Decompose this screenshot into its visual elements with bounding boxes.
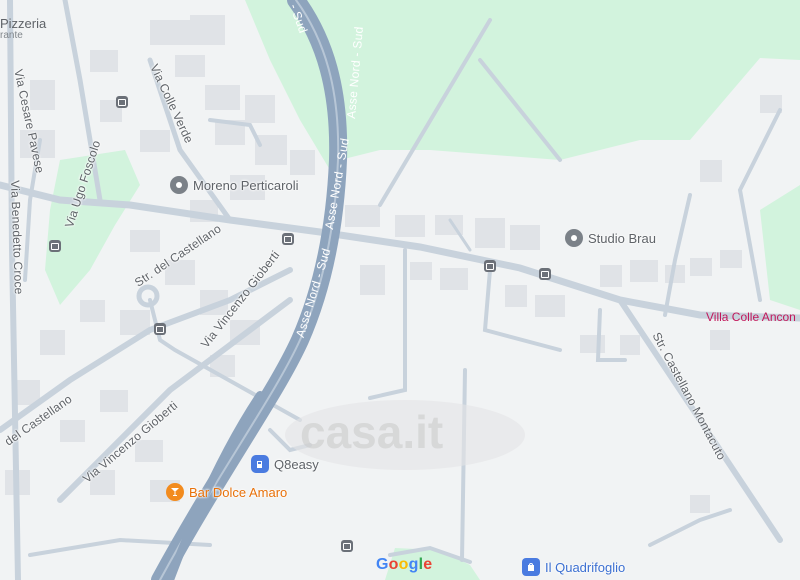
google-letter: g bbox=[408, 556, 419, 573]
google-logo: Google bbox=[376, 556, 432, 574]
poi-studio-brau[interactable]: Studio Brau bbox=[565, 229, 656, 247]
bus-stop-icon[interactable] bbox=[116, 96, 128, 108]
fuel-station-icon bbox=[251, 455, 269, 473]
bus-stop-icon[interactable] bbox=[484, 260, 496, 272]
cocktail-icon bbox=[166, 483, 184, 501]
bus-stop-icon[interactable] bbox=[341, 540, 353, 552]
map-canvas[interactable]: casa.it Via Cesare Pavese Via Colle Verd… bbox=[0, 0, 800, 580]
poi-il-quadrifoglio[interactable]: Il Quadrifoglio bbox=[522, 558, 625, 576]
poi-label: Moreno Perticaroli bbox=[193, 177, 299, 193]
place-label-villa-colle-ancona[interactable]: Villa Colle Ancon bbox=[706, 310, 796, 324]
place-pin-icon bbox=[565, 229, 583, 247]
bus-stop-icon[interactable] bbox=[49, 240, 61, 252]
park-area-east bbox=[760, 185, 800, 310]
bus-stop-icon[interactable] bbox=[539, 268, 551, 280]
poi-label: Q8easy bbox=[274, 456, 319, 472]
casa-it-watermark: casa.it bbox=[300, 406, 444, 458]
poi-moreno-perticaroli[interactable]: Moreno Perticaroli bbox=[170, 176, 299, 194]
place-label-pizzeria[interactable]: Pizzeria bbox=[0, 16, 46, 31]
bus-stop-icon[interactable] bbox=[282, 233, 294, 245]
place-label-ristorante[interactable]: rante bbox=[0, 30, 23, 41]
poi-bar-dolce-amaro[interactable]: Bar Dolce Amaro bbox=[166, 483, 287, 501]
poi-label: Studio Brau bbox=[588, 230, 656, 246]
place-pin-icon bbox=[170, 176, 188, 194]
bus-stop-icon[interactable] bbox=[154, 323, 166, 335]
google-letter: e bbox=[423, 556, 433, 573]
poi-label: Il Quadrifoglio bbox=[545, 559, 626, 575]
google-letter: G bbox=[376, 556, 389, 573]
map-base bbox=[0, 0, 800, 580]
poi-label: Bar Dolce Amaro bbox=[189, 484, 288, 500]
shopping-bag-icon bbox=[522, 558, 540, 576]
roundabout bbox=[136, 284, 160, 308]
google-letter: o bbox=[398, 556, 409, 573]
poi-q8easy[interactable]: Q8easy bbox=[251, 455, 319, 473]
google-letter: o bbox=[388, 556, 399, 573]
